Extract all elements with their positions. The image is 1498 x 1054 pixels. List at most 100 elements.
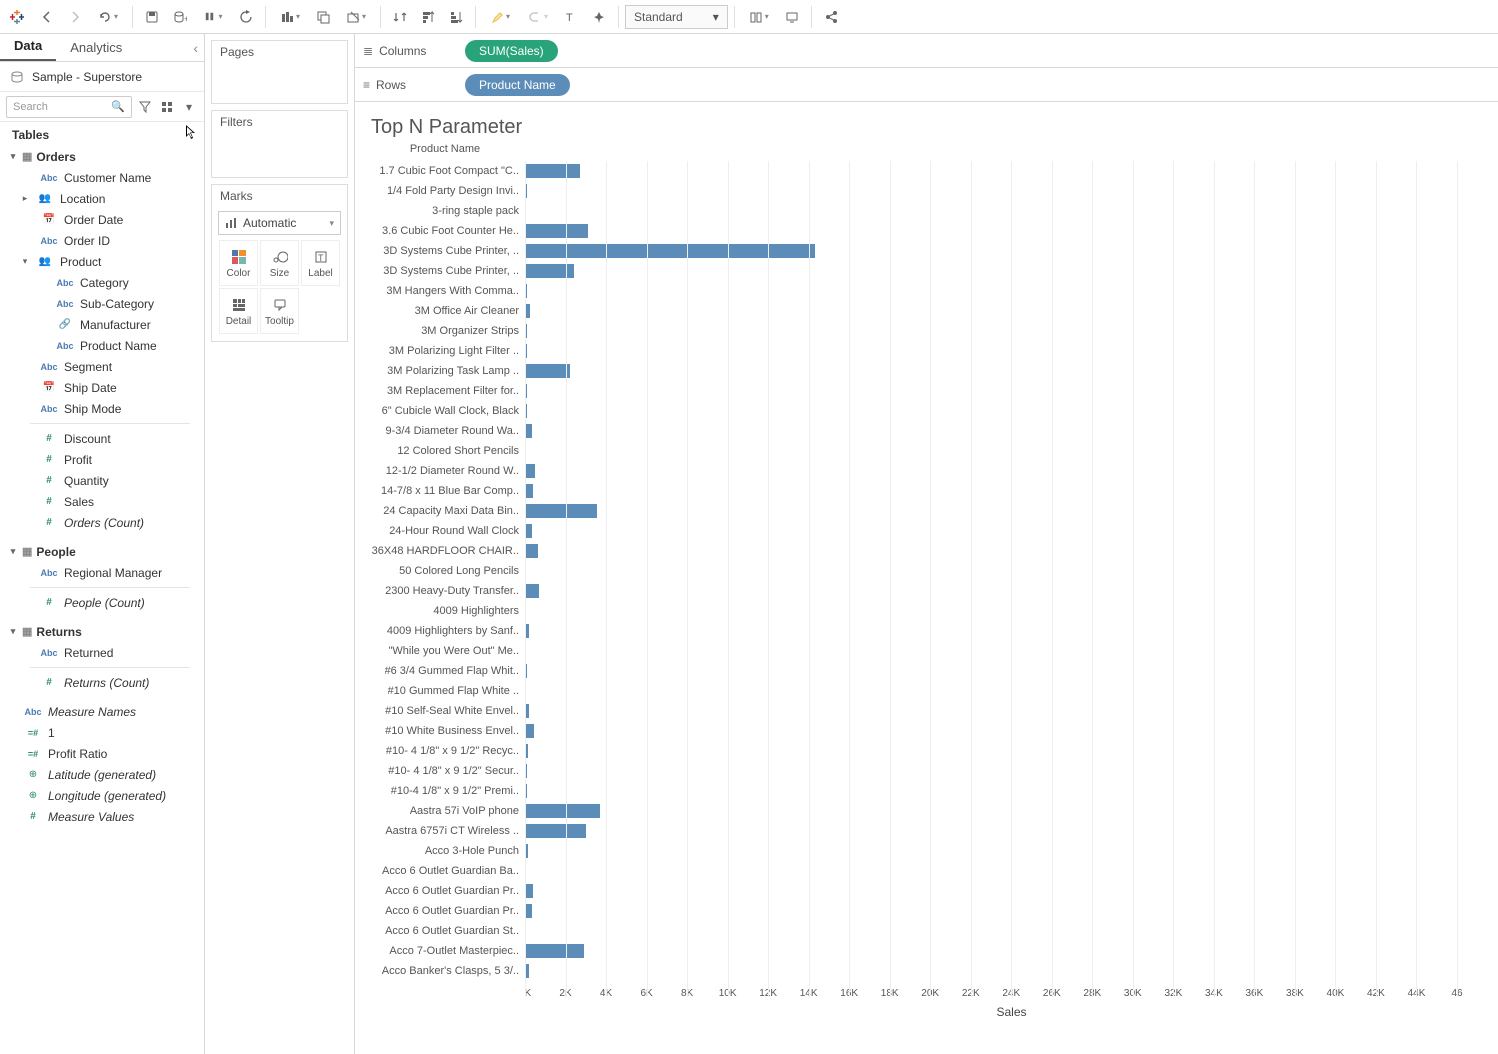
bar[interactable] [525, 164, 580, 178]
marks-color-button[interactable]: Color [219, 240, 258, 286]
field-order-id[interactable]: AbcOrder ID [0, 230, 204, 251]
pages-shelf[interactable]: Pages [211, 40, 348, 104]
field-ship-date[interactable]: 📅Ship Date [0, 377, 204, 398]
tables-header: Tables [0, 122, 204, 146]
field-location[interactable]: ▸👥Location [0, 188, 204, 209]
show-me-cards-button[interactable]: ▾ [741, 4, 777, 30]
bar[interactable] [525, 224, 588, 238]
category-label: #10 Gummed Flap White .. [388, 681, 519, 701]
field-measure-names[interactable]: AbcMeasure Names [0, 701, 204, 722]
category-label: Acco 6 Outlet Guardian Pr.. [385, 881, 519, 901]
datasource-row[interactable]: Sample - Superstore [0, 62, 204, 92]
bar[interactable] [525, 904, 532, 918]
field-quantity[interactable]: #Quantity [0, 470, 204, 491]
clear-sheet-button[interactable]: ▾ [338, 4, 374, 30]
field-category[interactable]: AbcCategory [0, 272, 204, 293]
field-ship-mode[interactable]: AbcShip Mode [0, 398, 204, 419]
x-axis-title: Sales [996, 1005, 1026, 1019]
bar[interactable] [525, 804, 600, 818]
marks-type-select[interactable]: Automatic ▾ [218, 211, 341, 235]
bar[interactable] [525, 944, 584, 958]
rows-pill-product-name[interactable]: Product Name [465, 74, 570, 96]
category-label: 24-Hour Round Wall Clock [389, 521, 519, 541]
field-segment[interactable]: AbcSegment [0, 356, 204, 377]
tab-data[interactable]: Data [0, 32, 56, 61]
filters-shelf[interactable]: Filters [211, 110, 348, 178]
bar[interactable] [525, 424, 532, 438]
field-returned[interactable]: AbcReturned [0, 642, 204, 663]
pin-button[interactable] [586, 4, 612, 30]
field-people-count-[interactable]: #People (Count) [0, 592, 204, 613]
sort-ascending-button[interactable] [415, 4, 441, 30]
field-latitude-generated-[interactable]: ⊕Latitude (generated) [0, 764, 204, 785]
sort-descending-button[interactable] [443, 4, 469, 30]
table-orders[interactable]: ▾▦Orders [0, 146, 204, 167]
marks-detail-button[interactable]: Detail [219, 288, 258, 334]
worksheet-title[interactable]: Top N Parameter [355, 102, 1498, 143]
duplicate-sheet-button[interactable] [310, 4, 336, 30]
category-label: #10 Self-Seal White Envel.. [385, 701, 519, 721]
bar[interactable] [525, 484, 533, 498]
bar[interactable] [525, 524, 532, 538]
plot-area[interactable]: Sales 0K2K4K6K8K10K12K14K16K18K20K22K24K… [525, 161, 1498, 1021]
filter-icon[interactable] [136, 98, 154, 116]
new-data-source-button[interactable]: + [167, 4, 193, 30]
marks-tooltip-button[interactable]: Tooltip [260, 288, 299, 334]
field-profit-ratio[interactable]: =#Profit Ratio [0, 743, 204, 764]
field-product[interactable]: ▾👥Product [0, 251, 204, 272]
field-product-name[interactable]: AbcProduct Name [0, 335, 204, 356]
refresh-button[interactable] [233, 4, 259, 30]
bar[interactable] [525, 824, 586, 838]
bar[interactable] [525, 504, 597, 518]
fit-select[interactable]: Standard ▾ [625, 5, 728, 29]
swap-rows-columns-button[interactable] [387, 4, 413, 30]
tab-analytics[interactable]: Analytics [56, 34, 136, 61]
highlight-button[interactable]: ▾ [482, 4, 518, 30]
field-manufacturer[interactable]: 🔗Manufacturer [0, 314, 204, 335]
bar[interactable] [525, 364, 570, 378]
search-input[interactable]: Search 🔍 [6, 96, 132, 118]
presentation-mode-button[interactable] [779, 4, 805, 30]
undo-button[interactable]: ▾ [90, 4, 126, 30]
share-button[interactable] [818, 4, 844, 30]
field-1[interactable]: =#1 [0, 722, 204, 743]
field-discount[interactable]: #Discount [0, 428, 204, 449]
pause-updates-button[interactable]: ▾ [195, 4, 231, 30]
group-button[interactable]: ▾ [520, 4, 556, 30]
field-customer-name[interactable]: AbcCustomer Name [0, 167, 204, 188]
collapse-data-pane-icon[interactable]: ‹ [193, 40, 198, 56]
field-returns-count-[interactable]: #Returns (Count) [0, 672, 204, 693]
grid-view-icon[interactable] [158, 98, 176, 116]
category-label: 4009 Highlighters [433, 601, 519, 621]
bar[interactable] [525, 244, 815, 258]
forward-button[interactable] [62, 4, 88, 30]
bar[interactable] [525, 464, 535, 478]
bar[interactable] [525, 884, 533, 898]
field-sub-category[interactable]: AbcSub-Category [0, 293, 204, 314]
data-analytics-tabs: Data Analytics ‹ [0, 34, 204, 62]
field-longitude-generated-[interactable]: ⊕Longitude (generated) [0, 785, 204, 806]
bar[interactable] [525, 724, 534, 738]
table-people[interactable]: ▾▦People [0, 541, 204, 562]
save-button[interactable] [139, 4, 165, 30]
data-pane-menu-icon[interactable]: ▾ [180, 98, 198, 116]
category-label: 3-ring staple pack [432, 201, 519, 221]
columns-pill-sum-sales[interactable]: SUM(Sales) [465, 40, 558, 62]
marks-label-button[interactable]: TLabel [301, 240, 340, 286]
bar[interactable] [525, 544, 538, 558]
columns-shelf[interactable]: ≣Columns SUM(Sales) [355, 34, 1498, 68]
field-regional-manager[interactable]: AbcRegional Manager [0, 562, 204, 583]
new-worksheet-button[interactable]: ▾ [272, 4, 308, 30]
field-measure-values[interactable]: #Measure Values [0, 806, 204, 827]
category-label: Acco 6 Outlet Guardian Ba.. [382, 861, 519, 881]
marks-size-button[interactable]: Size [260, 240, 299, 286]
bar[interactable] [525, 584, 539, 598]
rows-shelf[interactable]: ≡Rows Product Name [355, 68, 1498, 102]
field-orders-count-[interactable]: #Orders (Count) [0, 512, 204, 533]
back-button[interactable] [34, 4, 60, 30]
field-profit[interactable]: #Profit [0, 449, 204, 470]
field-sales[interactable]: #Sales [0, 491, 204, 512]
table-returns[interactable]: ▾▦Returns [0, 621, 204, 642]
field-order-date[interactable]: 📅Order Date [0, 209, 204, 230]
show-mark-labels-button[interactable]: T [558, 4, 584, 30]
